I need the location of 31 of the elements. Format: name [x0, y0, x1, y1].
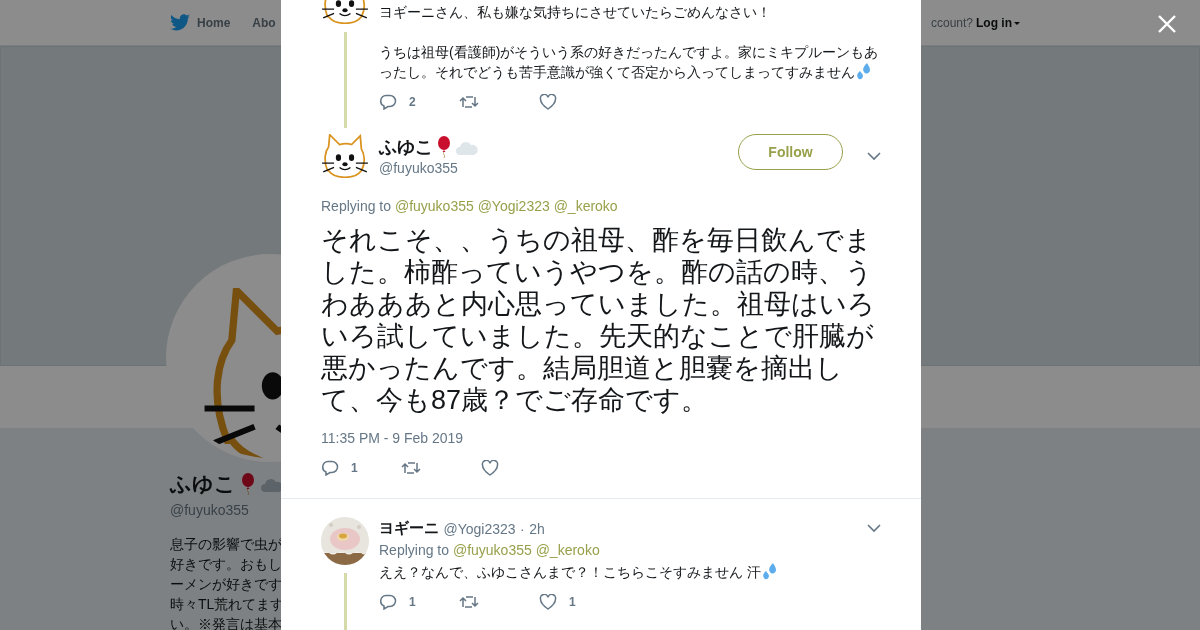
tweet-text: ええ？なんで、ふゆこさんまで？！こちらこそすみません 汗 [379, 562, 881, 582]
user-name: ヨギーニ [379, 519, 439, 538]
tweet-text: それこそ、、うちの祖母、酢を毎日飲んでました。柿酢っていうやつを。酢の話の時、うわあああと内心思っていました。祖母はいろいろ試していました。先天的なことで肝臓が悪かったんです。結局胆道と胆嚢を摘出して、今も87歳？でご存命です。 [321, 224, 876, 416]
reply-count: 2 [409, 95, 416, 109]
account-prompt: ccount? [930, 15, 973, 30]
replying-to: Replying to @fuyuko355 @_keroko [379, 541, 601, 560]
profile-handle: @fuyuko355 [170, 502, 250, 518]
nav-link[interactable]: Home [170, 14, 231, 31]
mention-link[interactable]: @_keroko [553, 198, 618, 214]
bio-line: 好きです。おもし [170, 555, 283, 574]
mention-link[interactable]: @fuyuko355 [452, 542, 532, 558]
tweet-time: 2h [529, 520, 545, 537]
user-handle: @fuyuko355 [379, 160, 458, 176]
replying-to: Replying to @fuyuko355 @Yogi2323 @_keroko [321, 197, 619, 216]
reply-count: 1 [351, 461, 358, 475]
like-count: 1 [569, 595, 576, 609]
follow-button[interactable]: Follow [738, 134, 843, 170]
profile-name: ふゆこ [170, 471, 236, 497]
tweet-text: ヨギーニさん、私も嫌な気持ちにさせていたらごめんなさい！ [379, 3, 772, 22]
user-name: ふゆこ [379, 136, 433, 159]
login-link[interactable]: Log in [976, 15, 1020, 30]
mention-link[interactable]: @fuyuko355 [394, 198, 474, 214]
user-handle: @Yogi2323 [443, 520, 516, 537]
tweet-text: うちは祖母(看護師)がそういう系の好きだったんですよ。家にミキプルーンもあったし。それでどうも苦手意識が強くて否定から入ってしまってすみません [379, 43, 880, 82]
mention-link[interactable]: @Yogi2323 [477, 198, 550, 214]
tweet-timestamp: 11:35 PM - 9 Feb 2019 [321, 430, 465, 446]
dot-separator: · [520, 520, 525, 537]
mention-link[interactable]: @_keroko [535, 542, 600, 558]
reply-count: 1 [409, 595, 416, 609]
bio-line: ーメンが好きです [170, 575, 283, 594]
nav-link[interactable]: Abo [252, 15, 276, 30]
